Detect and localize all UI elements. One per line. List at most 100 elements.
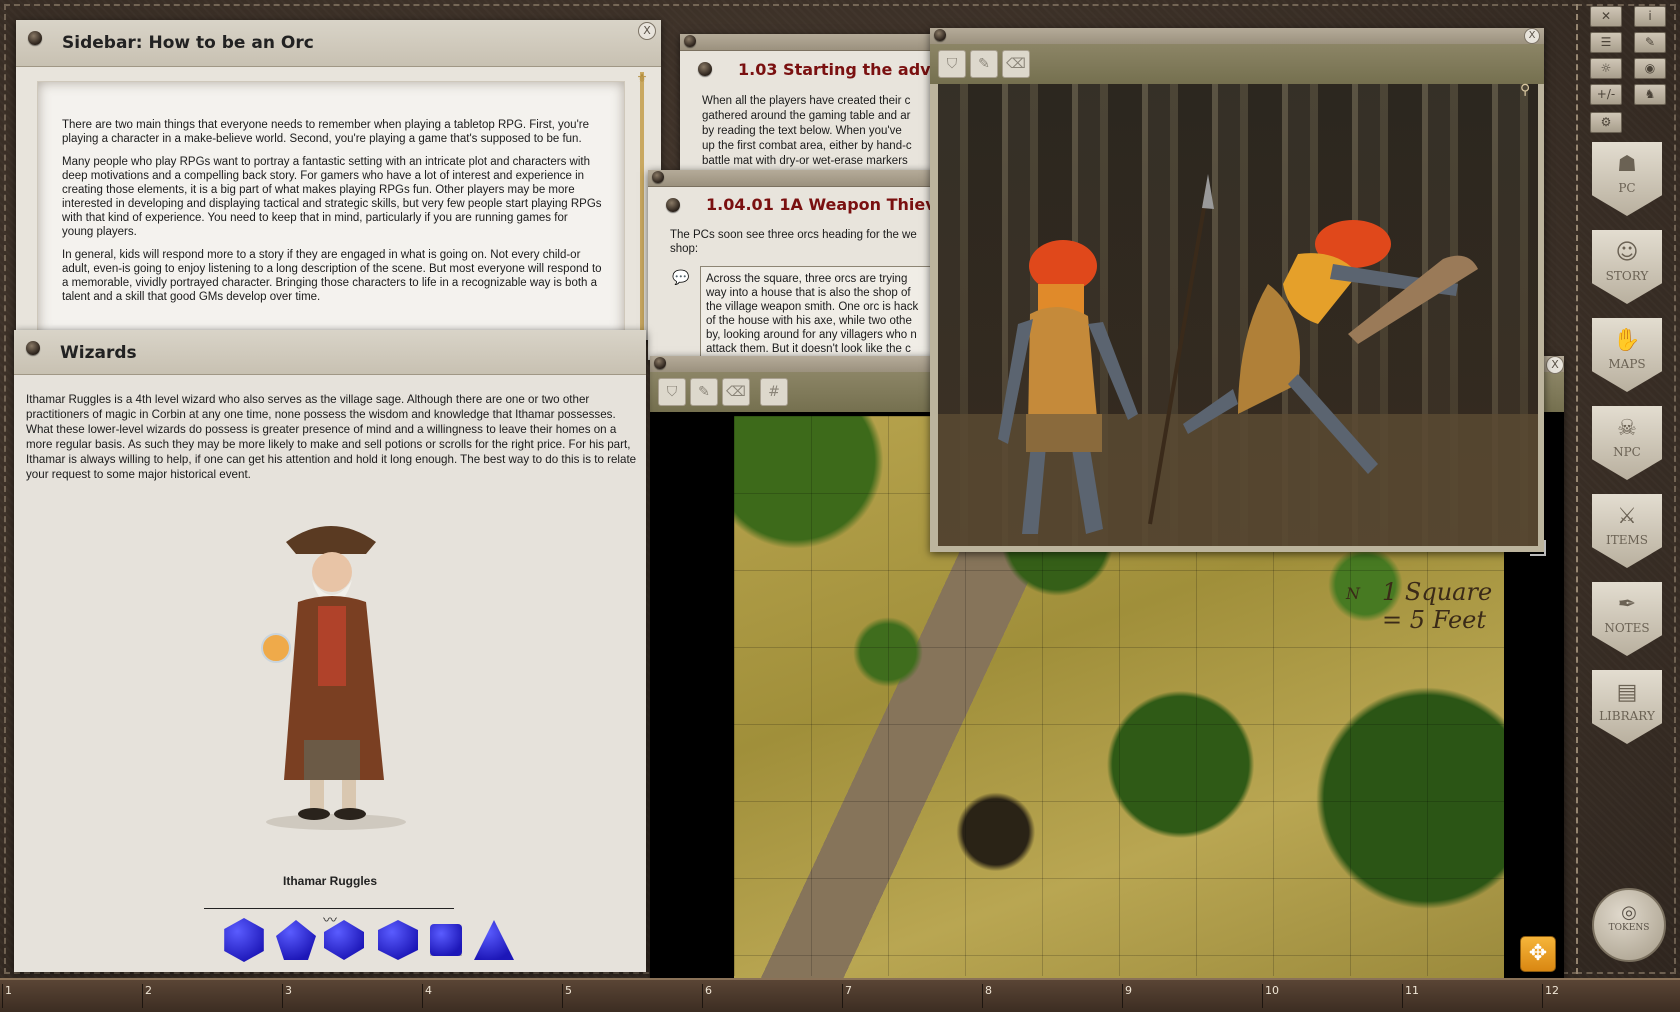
story-title: 1.03 Starting the advent bbox=[738, 60, 935, 79]
story-window-2-titlebar[interactable] bbox=[648, 170, 935, 187]
resize-handle-icon[interactable] bbox=[1530, 540, 1546, 556]
story-bullet-icon bbox=[666, 198, 680, 212]
hotkey-slot[interactable]: 10 bbox=[1262, 984, 1403, 1008]
tab-library[interactable]: ▤LIBRARY bbox=[1592, 670, 1662, 744]
hotkey-slot[interactable]: 5 bbox=[562, 984, 703, 1008]
window-bullet-icon bbox=[684, 35, 696, 47]
map-pin-icon[interactable]: ✥ bbox=[1520, 936, 1556, 972]
sidebar-paragraph: In general, kids will respond more to a … bbox=[62, 248, 602, 304]
effects-icon[interactable]: ◉ bbox=[1634, 58, 1666, 79]
mask-tool-icon[interactable]: ⛉ bbox=[658, 378, 686, 406]
modifiers-icon[interactable]: +/- bbox=[1590, 84, 1622, 105]
sidebar-window: Sidebar: How to be an Orc X There are tw… bbox=[16, 20, 661, 340]
wizards-window: Wizards Ithamar Ruggles is a 4th level w… bbox=[14, 330, 646, 972]
readaloud-box: Across the square, three orcs are trying… bbox=[700, 266, 935, 360]
hotkey-slot[interactable]: 3 bbox=[282, 984, 423, 1008]
hotkey-number: 11 bbox=[1405, 984, 1419, 997]
hotkey-slot[interactable]: 11 bbox=[1402, 984, 1543, 1008]
pc-icon: ☗ bbox=[1592, 152, 1662, 177]
story-line: shop: bbox=[670, 242, 935, 256]
story-window-2: 1.04.01 1A Weapon Thieves ( The PCs soon… bbox=[648, 170, 935, 360]
tokens-button[interactable]: ◎ TOKENS bbox=[1592, 888, 1666, 962]
pointer-tool-icon[interactable]: ✎ bbox=[690, 378, 718, 406]
hotkey-slot[interactable]: 7 bbox=[842, 984, 983, 1008]
wizards-text: Ithamar Ruggles is a 4th level wizard wh… bbox=[26, 392, 638, 482]
orc-artwork-image[interactable] bbox=[938, 84, 1538, 546]
orc-figures bbox=[938, 84, 1538, 546]
hotkey-slot[interactable]: 9 bbox=[1122, 984, 1263, 1008]
party-sheet-icon[interactable]: ⅰ bbox=[1634, 6, 1666, 27]
tab-label: ITEMS bbox=[1592, 533, 1662, 547]
story-text: When all the players have created their … bbox=[702, 94, 935, 169]
hotkey-slot[interactable]: 4 bbox=[422, 984, 563, 1008]
tab-items[interactable]: ⚔ITEMS bbox=[1592, 494, 1662, 568]
hotkey-slot[interactable]: 6 bbox=[702, 984, 843, 1008]
tab-npc[interactable]: ☠NPC bbox=[1592, 406, 1662, 480]
tab-label: MAPS bbox=[1592, 357, 1662, 371]
tab-notes[interactable]: ✒NOTES bbox=[1592, 582, 1662, 656]
image-window-titlebar[interactable]: X bbox=[930, 28, 1544, 45]
die-d5-icon[interactable] bbox=[430, 924, 462, 956]
pointer-tool-icon[interactable]: ✎ bbox=[970, 50, 998, 78]
image-toolbar: ⛉ ✎ ⌫ bbox=[930, 44, 1544, 84]
tab-pc[interactable]: ☗PC bbox=[1592, 142, 1662, 216]
scrollbar-thumb-icon[interactable]: ⚜ bbox=[634, 72, 650, 84]
hotkey-number: 5 bbox=[565, 984, 572, 997]
tab-story[interactable]: ☺STORY bbox=[1592, 230, 1662, 304]
options-icon[interactable]: ⚙ bbox=[1590, 112, 1622, 133]
pin-icon[interactable]: ⚲ bbox=[1520, 82, 1530, 98]
tab-label: STORY bbox=[1592, 269, 1662, 283]
close-icon[interactable]: X bbox=[638, 22, 656, 40]
wizards-window-header[interactable]: Wizards bbox=[14, 330, 646, 375]
sidebar-window-header[interactable]: Sidebar: How to be an Orc X bbox=[16, 20, 661, 67]
readaloud-line: Across the square, three orcs are trying bbox=[706, 272, 918, 286]
hotkey-number: 6 bbox=[705, 984, 712, 997]
speech-bubble-icon[interactable]: 💬 bbox=[672, 270, 689, 286]
hotkey-slot[interactable]: 8 bbox=[982, 984, 1123, 1008]
hotkey-number: 2 bbox=[145, 984, 152, 997]
ornament-divider: 〰 bbox=[204, 876, 454, 904]
close-icon[interactable]: X bbox=[1524, 28, 1540, 44]
image-window: X ⛉ ✎ ⌫ bbox=[930, 28, 1544, 552]
sidebar-parchment: There are two main things that everyone … bbox=[38, 82, 624, 340]
compass-icon: N bbox=[1346, 584, 1360, 603]
scale-line-2: = 5 Feet bbox=[1382, 606, 1486, 634]
hotkey-slot[interactable]: 12 bbox=[1542, 984, 1671, 1008]
hotkey-number: 7 bbox=[845, 984, 852, 997]
mask-tool-icon[interactable]: ⛉ bbox=[938, 50, 966, 78]
tab-maps[interactable]: ✋ MAPS bbox=[1592, 318, 1662, 392]
scrollbar[interactable] bbox=[640, 72, 644, 334]
window-bullet-icon bbox=[28, 31, 42, 45]
story-bullet-icon bbox=[698, 62, 712, 76]
sidebar-paragraph: Many people who play RPGs want to portra… bbox=[62, 155, 602, 239]
erase-tool-icon[interactable]: ⌫ bbox=[722, 378, 750, 406]
window-bullet-icon bbox=[934, 29, 946, 41]
window-title: Sidebar: How to be an Orc bbox=[62, 33, 314, 53]
character-icon[interactable]: ♞ bbox=[1634, 84, 1666, 105]
map-close-icon[interactable]: X bbox=[1546, 356, 1564, 374]
story-intro: The PCs soon see three orcs heading for … bbox=[670, 228, 935, 256]
hotkey-number: 10 bbox=[1265, 984, 1279, 997]
wizard-portrait-image[interactable] bbox=[246, 510, 416, 830]
hotkey-number: 3 bbox=[285, 984, 292, 997]
story-line: battle mat with dry-or wet-erase markers bbox=[702, 154, 935, 169]
npc-icon: ☠ bbox=[1592, 416, 1662, 441]
library-icon: ▤ bbox=[1592, 680, 1662, 705]
map-scale-note: N 1 Square = 5 Feet bbox=[1346, 578, 1496, 638]
story-window-1-titlebar[interactable] bbox=[680, 34, 935, 51]
erase-tool-icon[interactable]: ⌫ bbox=[1002, 50, 1030, 78]
hotkey-slot[interactable]: 2 bbox=[142, 984, 283, 1008]
combat-tracker-icon[interactable]: ✕ bbox=[1590, 6, 1622, 27]
lighting-icon[interactable]: ☼ bbox=[1590, 58, 1622, 79]
hotkey-slot[interactable]: 1 bbox=[2, 984, 143, 1008]
story-line: up the first combat area, either by hand… bbox=[702, 139, 935, 154]
grid-tool-icon[interactable]: # bbox=[760, 378, 788, 406]
maps-icon: ✋ bbox=[1592, 328, 1662, 353]
notes-icon: ✒ bbox=[1592, 592, 1662, 617]
readaloud-line: way into a house that is also the shop o… bbox=[706, 286, 918, 300]
readaloud-line: attack them. But it doesn't look like th… bbox=[706, 342, 918, 356]
hotkey-number: 4 bbox=[425, 984, 432, 997]
notes-tool-icon[interactable]: ✎ bbox=[1634, 32, 1666, 53]
readaloud-line: by, looking around for any villagers who… bbox=[706, 328, 918, 342]
list-icon[interactable]: ☰ bbox=[1590, 32, 1622, 53]
